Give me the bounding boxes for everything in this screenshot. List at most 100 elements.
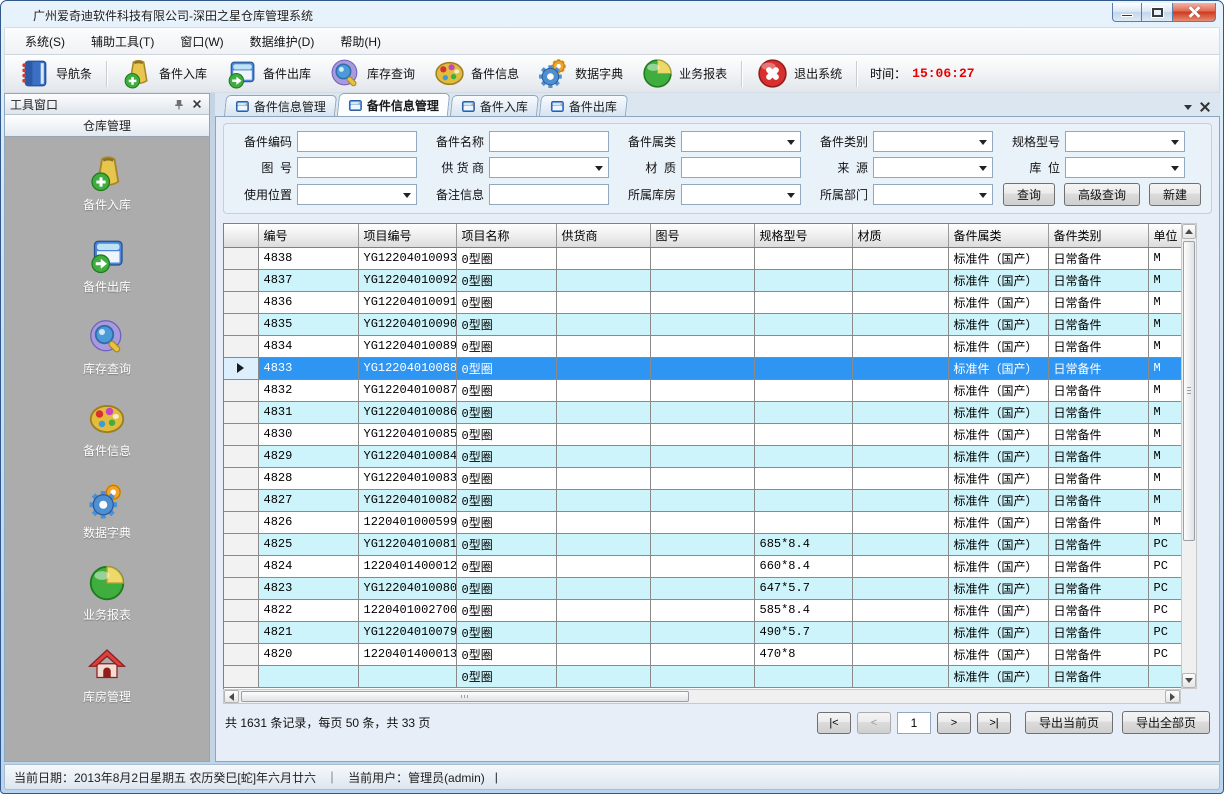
row-selector-header[interactable] [224, 224, 258, 247]
row-selector-cell[interactable] [224, 643, 258, 665]
column-header-spec[interactable]: 规格型号 [754, 224, 852, 247]
toolbar-button-parts-info[interactable]: 备件信息 [426, 54, 526, 93]
column-header-type[interactable]: 备件类别 [1048, 224, 1148, 247]
column-header-project_name[interactable]: 项目名称 [456, 224, 556, 247]
row-selector-cell[interactable] [224, 621, 258, 643]
toolbar-button-exit-system[interactable]: 退出系统 [749, 54, 849, 93]
table-row[interactable]: 4831YG122040100860型圈标准件（国产）日常备件M [224, 401, 1181, 423]
query-button[interactable]: 查询 [1003, 183, 1055, 206]
sidebar-item-parts-info[interactable]: 备件信息 [83, 399, 131, 459]
toolbar-button-business-report[interactable]: 业务报表 [634, 54, 734, 93]
toolbar-button-parts-outbound[interactable]: 备件出库 [218, 54, 318, 93]
menu-data-maintenance[interactable]: 数据维护(D) [238, 29, 327, 54]
sidebar-item-inventory-query[interactable]: 库存查询 [83, 317, 131, 377]
column-header-project_no[interactable]: 项目编号 [358, 224, 456, 247]
tab-list-dropdown-button[interactable] [1184, 105, 1192, 110]
table-row[interactable]: 4825YG122040100810型圈685*8.4标准件（国产）日常备件PC [224, 533, 1181, 555]
row-selector-cell[interactable] [224, 291, 258, 313]
table-row[interactable]: 4828YG122040100830型圈标准件（国产）日常备件M [224, 467, 1181, 489]
row-selector-cell[interactable] [224, 401, 258, 423]
horizontal-scroll-thumb[interactable] [241, 691, 689, 702]
toolbar-button-parts-inbound[interactable]: 备件入库 [114, 54, 214, 93]
page-number-input[interactable] [897, 712, 931, 734]
table-row[interactable]: 4821YG122040100790型圈490*5.7标准件（国产）日常备件PC [224, 621, 1181, 643]
row-selector-cell[interactable] [224, 423, 258, 445]
spare-name-input[interactable] [489, 131, 609, 152]
row-selector-cell[interactable] [224, 379, 258, 401]
row-selector-cell[interactable] [224, 577, 258, 599]
row-selector-cell[interactable] [224, 555, 258, 577]
sidebar-item-warehouse-management[interactable]: 库房管理 [83, 645, 131, 705]
table-row[interactable]: 482012204014000130型圈470*8标准件（国产）日常备件PC [224, 643, 1181, 665]
close-button[interactable] [1172, 3, 1216, 22]
sidebar-close-button[interactable] [190, 97, 204, 111]
column-header-unit[interactable]: 单位 [1148, 224, 1181, 247]
table-row[interactable]: 4834YG122040100890型圈标准件（国产）日常备件M [224, 335, 1181, 357]
row-selector-cell[interactable] [224, 665, 258, 687]
warehouse-dropdown[interactable] [681, 184, 801, 205]
scroll-up-button[interactable] [1182, 224, 1196, 239]
tab-parts-outbound[interactable]: 备件出库 [539, 95, 628, 116]
pin-button[interactable] [172, 97, 186, 111]
toolbar-button-inventory-query[interactable]: 库存查询 [322, 54, 422, 93]
row-selector-cell[interactable] [224, 467, 258, 489]
export-current-page-button[interactable]: 导出当前页 [1025, 711, 1113, 734]
row-selector-cell[interactable] [224, 269, 258, 291]
row-selector-cell[interactable] [224, 445, 258, 467]
maximize-button[interactable] [1142, 3, 1172, 22]
table-row[interactable]: 4838YG122040100930型圈标准件（国产）日常备件M [224, 247, 1181, 269]
column-header-material[interactable]: 材质 [852, 224, 948, 247]
scroll-right-button[interactable] [1165, 690, 1180, 703]
spare-attr-dropdown[interactable] [681, 131, 801, 152]
column-header-supplier[interactable]: 供货商 [556, 224, 650, 247]
vertical-scrollbar[interactable] [1181, 223, 1197, 689]
sidebar-item-parts-inbound[interactable]: 备件入库 [83, 153, 131, 213]
minimize-button[interactable] [1112, 3, 1142, 22]
scroll-left-button[interactable] [224, 690, 239, 703]
row-selector-cell[interactable] [224, 511, 258, 533]
table-row[interactable]: 4827YG122040100820型圈标准件（国产）日常备件M [224, 489, 1181, 511]
export-all-pages-button[interactable]: 导出全部页 [1122, 711, 1210, 734]
tab-parts-info-management-1[interactable]: 备件信息管理 [224, 95, 337, 116]
tab-parts-inbound[interactable]: 备件入库 [450, 95, 539, 116]
last-page-button[interactable]: >| [977, 712, 1011, 734]
sidebar-section-header[interactable]: 仓库管理 [5, 115, 209, 137]
column-header-attr[interactable]: 备件属类 [948, 224, 1048, 247]
spec-model-dropdown[interactable] [1065, 131, 1185, 152]
toolbar-button-data-dictionary[interactable]: 数据字典 [530, 54, 630, 93]
table-row[interactable]: 482212204010027000型圈585*8.4标准件（国产）日常备件PC [224, 599, 1181, 621]
row-selector-cell[interactable] [224, 533, 258, 555]
row-selector-cell[interactable] [224, 489, 258, 511]
row-selector-cell[interactable] [224, 247, 258, 269]
column-header-drawing_no[interactable]: 图号 [650, 224, 754, 247]
row-selector-cell[interactable] [224, 335, 258, 357]
first-page-button[interactable]: |< [817, 712, 851, 734]
prev-page-button[interactable]: < [857, 712, 891, 734]
menu-system[interactable]: 系统(S) [13, 29, 77, 54]
material-input[interactable] [681, 157, 801, 178]
table-row[interactable]: 4836YG122040100910型圈标准件（国产）日常备件M [224, 291, 1181, 313]
table-row[interactable]: 4829YG122040100840型圈标准件（国产）日常备件M [224, 445, 1181, 467]
department-dropdown[interactable] [873, 184, 993, 205]
table-row[interactable]: 4833YG122040100880型圈标准件（国产）日常备件M [224, 357, 1181, 379]
drawing-no-input[interactable] [297, 157, 417, 178]
table-row[interactable]: 4832YG122040100870型圈标准件（国产）日常备件M [224, 379, 1181, 401]
spare-type-dropdown[interactable] [873, 131, 993, 152]
advanced-query-button[interactable]: 高级查询 [1064, 183, 1140, 206]
sidebar-item-data-dictionary[interactable]: 数据字典 [83, 481, 131, 541]
tab-parts-info-management-2[interactable]: 备件信息管理 [337, 93, 450, 116]
source-dropdown[interactable] [873, 157, 993, 178]
row-selector-cell[interactable] [224, 313, 258, 335]
next-page-button[interactable]: > [937, 712, 971, 734]
new-button[interactable]: 新建 [1149, 183, 1201, 206]
menu-help[interactable]: 帮助(H) [328, 29, 393, 54]
menu-aux-tools[interactable]: 辅助工具(T) [79, 29, 166, 54]
table-row[interactable]: 0型圈标准件（国产）日常备件 [224, 665, 1181, 687]
remark-input[interactable] [489, 184, 609, 205]
use-position-dropdown[interactable] [297, 184, 417, 205]
table-row[interactable]: 4835YG122040100900型圈标准件（国产）日常备件M [224, 313, 1181, 335]
row-selector-cell[interactable] [224, 599, 258, 621]
sidebar-item-business-report[interactable]: 业务报表 [83, 563, 131, 623]
row-selector-cell[interactable] [224, 357, 258, 379]
toolbar-button-nav-bar[interactable]: 导航条 [11, 54, 99, 93]
